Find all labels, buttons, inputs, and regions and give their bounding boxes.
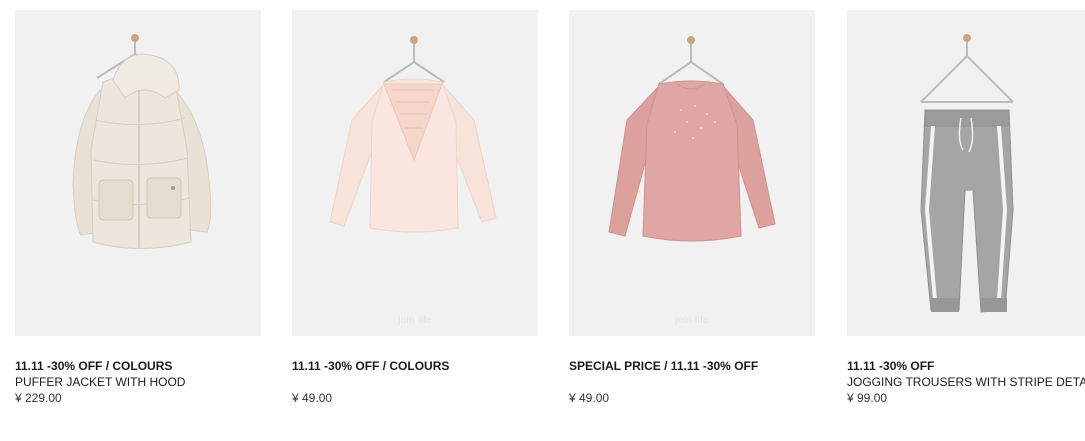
product-name-link[interactable] — [569, 374, 815, 390]
product-card[interactable]: join life 11.11 -30% OFF / COLOURS ¥ 49.… — [292, 10, 538, 406]
brand-watermark: join life — [675, 315, 709, 326]
jogging-trousers-image — [920, 34, 1014, 313]
product-image[interactable]: join life — [292, 10, 538, 336]
product-info: SPECIAL PRICE / 11.11 -30% OFF ¥ 49.00 — [569, 336, 815, 406]
puffer-jacket-image — [72, 34, 212, 249]
lace-top-image — [329, 36, 497, 233]
product-price: ¥ 229.00 — [15, 391, 62, 405]
promo-tag: 11.11 -30% OFF — [847, 359, 935, 373]
product-card[interactable]: join life SPECIAL PRICE / 11.11 -30% OFF… — [569, 10, 815, 406]
product-image[interactable]: join life — [569, 10, 815, 336]
product-info: 11.11 -30% OFF / COLOURS ¥ 49.00 — [292, 336, 538, 406]
product-price: ¥ 49.00 — [292, 391, 333, 405]
product-image[interactable] — [847, 10, 1085, 336]
promo-tag: 11.11 -30% OFF / COLOURS — [15, 359, 173, 373]
product-name-link[interactable]: PUFFER JACKET WITH HOOD — [15, 374, 261, 390]
product-name-link[interactable]: JOGGING TROUSERS WITH STRIPE DETAIL — [847, 374, 1085, 390]
product-price: ¥ 49.00 — [569, 391, 610, 405]
promo-tag: 11.11 -30% OFF / COLOURS — [292, 359, 450, 373]
brand-watermark: join life — [398, 315, 432, 326]
product-name-link[interactable] — [292, 374, 538, 390]
product-info: 11.11 -30% OFF / COLOURS PUFFER JACKET W… — [15, 336, 261, 406]
sweatshirt-image — [608, 36, 776, 242]
product-price: ¥ 99.00 — [847, 391, 888, 405]
promo-tag: SPECIAL PRICE / 11.11 -30% OFF — [569, 359, 759, 373]
product-image[interactable] — [15, 10, 261, 336]
product-card[interactable]: 11.11 -30% OFF / COLOURS PUFFER JACKET W… — [15, 10, 261, 406]
product-grid: 11.11 -30% OFF / COLOURS PUFFER JACKET W… — [0, 0, 1085, 441]
product-info: 11.11 -30% OFF JOGGING TROUSERS WITH STR… — [847, 336, 1085, 406]
product-card[interactable]: 11.11 -30% OFF JOGGING TROUSERS WITH STR… — [847, 10, 1085, 406]
